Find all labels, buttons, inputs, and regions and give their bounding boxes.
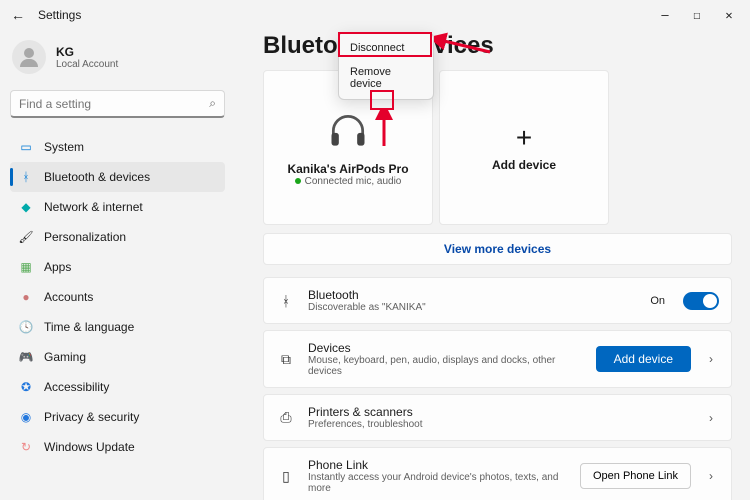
close-button[interactable]: ✕ xyxy=(722,8,736,22)
profile-name: KG xyxy=(56,45,118,59)
system-icon: ▭ xyxy=(18,139,34,155)
titlebar: ← Settings — ☐ ✕ xyxy=(0,0,750,30)
view-more-devices[interactable]: View more devices xyxy=(263,233,732,265)
avatar xyxy=(12,40,46,74)
add-device-button[interactable]: Add device xyxy=(596,346,691,372)
clock-icon: 🕓 xyxy=(18,319,34,335)
menu-disconnect[interactable]: Disconnect xyxy=(342,36,430,60)
search-box[interactable]: ⌕ xyxy=(10,90,225,118)
row-phone[interactable]: ▯ Phone LinkInstantly access your Androi… xyxy=(263,447,732,500)
page-title: Bluetooth & devices xyxy=(263,32,732,60)
nav-system[interactable]: ▭System xyxy=(10,132,225,162)
nav-apps[interactable]: ▦Apps xyxy=(10,252,225,282)
bluetooth-row-icon: ᚼ xyxy=(276,293,296,309)
app-title: Settings xyxy=(38,8,81,22)
nav-personalization[interactable]: 🖌Personalization xyxy=(10,222,225,252)
profile-block[interactable]: KG Local Account xyxy=(10,34,225,84)
chevron-right-icon[interactable]: › xyxy=(703,469,719,483)
chevron-right-icon[interactable]: › xyxy=(703,352,719,366)
row-bluetooth[interactable]: ᚼ BluetoothDiscoverable as "KANIKA" On xyxy=(263,277,732,324)
headphones-icon xyxy=(326,109,370,156)
nav-update[interactable]: ↻Windows Update xyxy=(10,432,225,462)
accessibility-icon: ✪ xyxy=(18,379,34,395)
device-status: Connected mic, audio xyxy=(295,176,402,187)
window-controls: — ☐ ✕ xyxy=(658,8,742,22)
status-dot-icon xyxy=(295,178,301,184)
sidebar: KG Local Account ⌕ ▭System ᚼBluetooth & … xyxy=(0,30,235,500)
row-devices[interactable]: ⧉ DevicesMouse, keyboard, pen, audio, di… xyxy=(263,330,732,388)
search-input[interactable] xyxy=(19,97,209,111)
printer-icon: ⎙ xyxy=(276,409,296,426)
gaming-icon: 🎮 xyxy=(18,349,34,365)
open-phone-link-button[interactable]: Open Phone Link xyxy=(580,463,691,489)
minimize-button[interactable]: — xyxy=(658,8,672,22)
device-name: Kanika's AirPods Pro xyxy=(287,162,408,176)
wifi-icon: ◆ xyxy=(18,199,34,215)
back-button[interactable]: ← xyxy=(8,7,28,23)
profile-account: Local Account xyxy=(56,59,118,70)
main-content: Bluetooth & devices ⋯ Kanika's AirPods P… xyxy=(235,30,750,500)
nav-accounts[interactable]: ●Accounts xyxy=(10,282,225,312)
accounts-icon: ● xyxy=(18,289,34,305)
nav-network[interactable]: ◆Network & internet xyxy=(10,192,225,222)
nav-accessibility[interactable]: ✪Accessibility xyxy=(10,372,225,402)
shield-icon: ◉ xyxy=(18,409,34,425)
apps-icon: ▦ xyxy=(18,259,34,275)
devices-icon: ⧉ xyxy=(276,351,296,368)
nav-bluetooth[interactable]: ᚼBluetooth & devices xyxy=(10,162,225,192)
brush-icon: 🖌 xyxy=(18,229,34,245)
add-device-label: Add device xyxy=(492,158,556,172)
bluetooth-icon: ᚼ xyxy=(18,169,34,185)
row-printers[interactable]: ⎙ Printers & scannersPreferences, troubl… xyxy=(263,394,732,441)
search-icon: ⌕ xyxy=(209,96,216,111)
phone-icon: ▯ xyxy=(276,468,296,485)
nav-privacy[interactable]: ◉Privacy & security xyxy=(10,402,225,432)
update-icon: ↻ xyxy=(18,439,34,455)
bluetooth-state: On xyxy=(650,295,665,307)
nav-time[interactable]: 🕓Time & language xyxy=(10,312,225,342)
nav-gaming[interactable]: 🎮Gaming xyxy=(10,342,225,372)
add-device-card[interactable]: + Add device xyxy=(439,70,609,225)
nav-list: ▭System ᚼBluetooth & devices ◆Network & … xyxy=(10,132,225,462)
bluetooth-toggle[interactable] xyxy=(683,292,719,310)
device-context-menu: Disconnect Remove device xyxy=(338,32,434,100)
menu-remove-device[interactable]: Remove device xyxy=(342,60,430,96)
chevron-right-icon[interactable]: › xyxy=(703,411,719,425)
maximize-button[interactable]: ☐ xyxy=(690,8,704,22)
plus-icon: + xyxy=(516,124,532,152)
